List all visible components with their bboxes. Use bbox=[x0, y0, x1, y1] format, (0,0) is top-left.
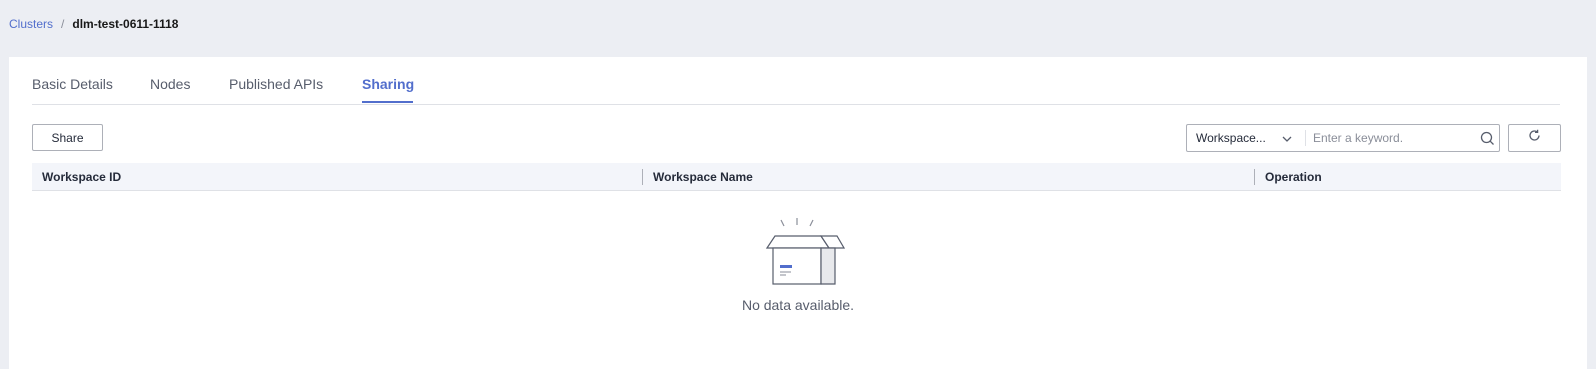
workspace-filter-value: Workspace... bbox=[1196, 131, 1266, 145]
tab-sharing[interactable]: Sharing bbox=[362, 76, 414, 92]
tab-bar: Basic Details Nodes Published APIs Shari… bbox=[32, 57, 1560, 105]
table-header: Workspace ID Workspace Name Operation bbox=[32, 163, 1561, 191]
tab-published-apis[interactable]: Published APIs bbox=[229, 76, 323, 92]
column-divider[interactable] bbox=[642, 169, 643, 185]
workspace-filter-select[interactable]: Workspace... bbox=[1187, 125, 1305, 151]
breadcrumb-separator: / bbox=[61, 17, 65, 31]
active-tab-indicator bbox=[362, 101, 413, 103]
share-button[interactable]: Share bbox=[32, 124, 103, 151]
search-group: Workspace... bbox=[1186, 124, 1500, 152]
breadcrumb-clusters-link[interactable]: Clusters bbox=[9, 17, 53, 31]
tab-basic-details[interactable]: Basic Details bbox=[32, 76, 113, 92]
column-header-workspace-id: Workspace ID bbox=[42, 170, 122, 184]
breadcrumb: Clusters / dlm-test-0611-1118 bbox=[9, 17, 178, 31]
search-icon[interactable] bbox=[1480, 131, 1495, 151]
column-header-workspace-name: Workspace Name bbox=[653, 170, 753, 184]
refresh-button[interactable] bbox=[1508, 124, 1561, 152]
breadcrumb-current: dlm-test-0611-1118 bbox=[72, 17, 179, 31]
empty-state-text: No data available. bbox=[741, 297, 855, 313]
content-card: Basic Details Nodes Published APIs Shari… bbox=[9, 57, 1587, 369]
chevron-down-icon bbox=[1281, 132, 1293, 150]
share-button-label: Share bbox=[51, 130, 84, 145]
search-divider bbox=[1305, 130, 1306, 146]
column-divider[interactable] bbox=[1254, 169, 1255, 185]
refresh-icon bbox=[1528, 129, 1541, 147]
keyword-search-input[interactable] bbox=[1313, 128, 1473, 148]
tab-nodes[interactable]: Nodes bbox=[150, 76, 190, 92]
column-header-operation: Operation bbox=[1265, 170, 1322, 184]
empty-box-icon bbox=[751, 216, 846, 293]
